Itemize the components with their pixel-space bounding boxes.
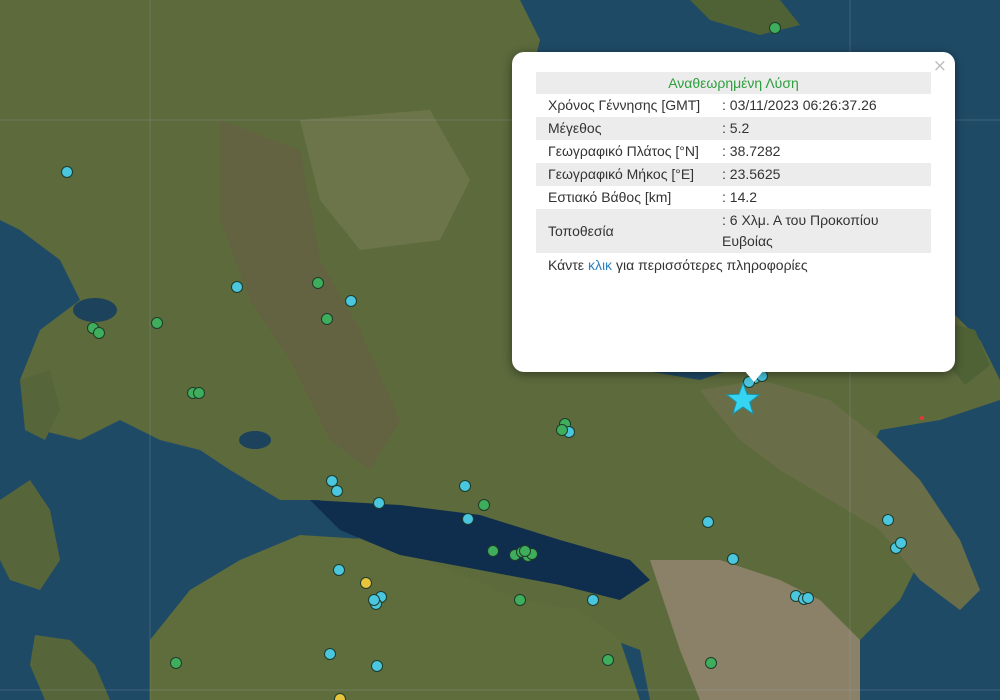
more-info-link[interactable]: κλικ: [588, 257, 612, 273]
earthquake-marker[interactable]: [727, 553, 739, 565]
info-row: Γεωγραφικό Πλάτος [°N] : 38.7282: [536, 140, 931, 163]
row-value: : 6 Χλμ. Α του Προκοπίου Ευβοίας: [710, 209, 931, 253]
earthquake-marker[interactable]: [371, 660, 383, 672]
earthquake-marker[interactable]: [331, 485, 343, 497]
earthquake-marker[interactable]: [882, 514, 894, 526]
row-value: : 38.7282: [722, 143, 781, 159]
row-value: : 03/11/2023 06:26:37.26: [722, 97, 877, 113]
earthquake-marker[interactable]: [802, 592, 814, 604]
more-info-line: Κάντε κλικ για περισσότερες πληροφορίες: [536, 253, 931, 273]
popup-pointer: [744, 370, 764, 382]
earthquake-marker[interactable]: [769, 22, 781, 34]
earthquake-marker[interactable]: [324, 648, 336, 660]
earthquake-marker[interactable]: [373, 497, 385, 509]
earthquake-marker[interactable]: [333, 564, 345, 576]
earthquake-marker[interactable]: [61, 166, 73, 178]
earthquake-marker[interactable]: [478, 499, 490, 511]
earthquake-marker[interactable]: [312, 277, 324, 289]
row-value: : 23.5625: [710, 163, 931, 186]
row-value: : 14.2: [722, 189, 758, 205]
earthquake-marker[interactable]: [895, 537, 907, 549]
earthquake-marker[interactable]: [151, 317, 163, 329]
earthquake-marker[interactable]: [193, 387, 205, 399]
earthquake-marker[interactable]: [519, 545, 531, 557]
row-label: Γεωγραφικό Πλάτος [°N]: [548, 143, 699, 159]
earthquake-marker[interactable]: [602, 654, 614, 666]
row-label: Μέγεθος: [536, 117, 710, 140]
earthquake-marker[interactable]: [368, 594, 380, 606]
close-icon[interactable]: ×: [933, 56, 947, 76]
earthquake-marker[interactable]: [462, 513, 474, 525]
earthquake-marker[interactable]: [170, 657, 182, 669]
lake-2: [239, 431, 271, 449]
earthquake-marker[interactable]: [231, 281, 243, 293]
earthquake-marker[interactable]: [556, 424, 568, 436]
info-row: Εστιακό Βάθος [km] : 14.2: [536, 186, 931, 209]
earthquake-marker[interactable]: [345, 295, 357, 307]
row-label: Τοποθεσία: [536, 209, 710, 253]
row-value: : 5.2: [710, 117, 931, 140]
row-label: Χρόνος Γέννησης [GMT]: [548, 97, 701, 113]
earthquake-marker[interactable]: [459, 480, 471, 492]
event-info-table: Χρόνος Γέννησης [GMT] : 03/11/2023 06:26…: [536, 94, 931, 253]
popup-title: Αναθεωρημένη Λύση: [536, 72, 931, 94]
more-suffix: για περισσότερες πληροφορίες: [615, 257, 808, 273]
info-row: Τοποθεσία : 6 Χλμ. Α του Προκοπίου Ευβοί…: [536, 209, 931, 253]
info-row: Γεωγραφικό Μήκος [°E] : 23.5625: [536, 163, 931, 186]
earthquake-marker[interactable]: [587, 594, 599, 606]
info-row: Μέγεθος : 5.2: [536, 117, 931, 140]
earthquake-marker[interactable]: [93, 327, 105, 339]
info-row: Χρόνος Γέννησης [GMT] : 03/11/2023 06:26…: [536, 94, 931, 117]
earthquake-marker[interactable]: [321, 313, 333, 325]
earthquake-marker[interactable]: [326, 475, 338, 487]
earthquake-marker[interactable]: [514, 594, 526, 606]
earthquake-marker[interactable]: [487, 545, 499, 557]
earthquake-marker[interactable]: [334, 693, 346, 700]
row-label: Εστιακό Βάθος [km]: [548, 189, 672, 205]
earthquake-marker[interactable]: [705, 657, 717, 669]
earthquake-marker[interactable]: [360, 577, 372, 589]
marker-red[interactable]: [920, 416, 924, 420]
event-popup: × Αναθεωρημένη Λύση Χρόνος Γέννησης [GMT…: [512, 52, 955, 372]
lake-1: [73, 298, 117, 322]
more-prefix: Κάντε: [548, 257, 585, 273]
row-label: Γεωγραφικό Μήκος [°E]: [536, 163, 710, 186]
earthquake-marker[interactable]: [702, 516, 714, 528]
